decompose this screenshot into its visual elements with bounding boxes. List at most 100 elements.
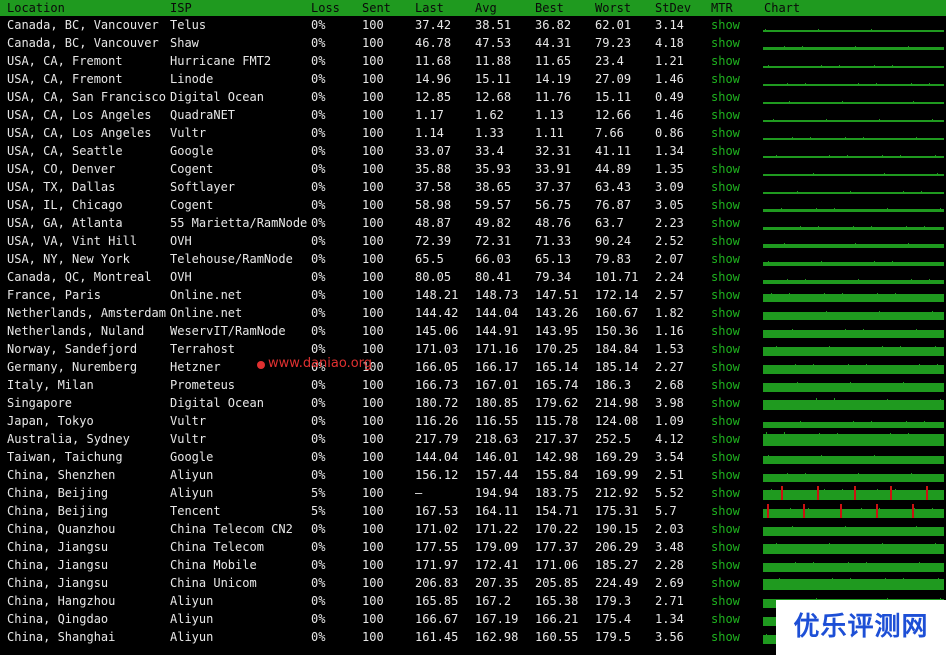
latency-spike <box>790 508 791 518</box>
latency-spike <box>850 578 851 590</box>
cell-last: 166.05 <box>415 360 459 374</box>
cell-worst: 15.11 <box>595 90 632 104</box>
mtr-show-link[interactable]: show <box>711 538 740 556</box>
cell-last: 72.39 <box>415 234 452 248</box>
mtr-show-link[interactable]: show <box>711 70 740 88</box>
mtr-show-link[interactable]: show <box>711 430 740 448</box>
mtr-show-link[interactable]: show <box>711 304 740 322</box>
latency-spike <box>858 473 859 482</box>
latency-spike <box>808 508 809 518</box>
cell-best: 14.19 <box>535 72 572 86</box>
mtr-show-link[interactable]: show <box>711 412 740 430</box>
table-row: China, Jiangsu China Mobile 0% 100 171.97 172… <box>0 556 946 574</box>
cell-location: Taiwan, Taichung <box>7 450 123 464</box>
mtr-show-link[interactable]: show <box>711 376 740 394</box>
mtr-show-link[interactable]: show <box>711 106 740 124</box>
header-loss[interactable]: Loss <box>311 1 340 15</box>
header-worst[interactable]: Worst <box>595 1 631 15</box>
mtr-show-link[interactable]: show <box>711 340 740 358</box>
cell-best: 33.91 <box>535 162 572 176</box>
latency-sparkline <box>763 101 944 104</box>
cell-best: 65.13 <box>535 252 572 266</box>
mtr-show-link[interactable]: show <box>711 592 740 610</box>
cell-worst: 190.15 <box>595 522 639 536</box>
mtr-show-link[interactable]: show <box>711 610 740 628</box>
mtr-show-link[interactable]: show <box>711 250 740 268</box>
mtr-show-link[interactable]: show <box>711 574 740 592</box>
cell-isp: Telehouse/RamNode <box>170 252 293 266</box>
header-location[interactable]: Location <box>7 1 65 15</box>
cell-last: 58.98 <box>415 198 452 212</box>
latency-band <box>763 30 944 32</box>
latency-spike <box>842 293 843 302</box>
header-mtr: MTR <box>711 1 733 15</box>
cell-avg: 59.57 <box>475 198 512 212</box>
mtr-show-link[interactable]: show <box>711 556 740 574</box>
cell-location: Canada, BC, Vancouver <box>7 18 159 32</box>
header-best[interactable]: Best <box>535 1 564 15</box>
cell-best: 11.65 <box>535 54 572 68</box>
latency-spike <box>866 562 867 572</box>
latency-spike <box>882 346 883 356</box>
cell-location: USA, CO, Denver <box>7 162 116 176</box>
cell-isp: Vultr <box>170 126 207 140</box>
mtr-show-link[interactable]: show <box>711 484 740 502</box>
latency-spike <box>903 578 904 590</box>
cell-isp: Aliyun <box>170 468 214 482</box>
cell-avg: 72.31 <box>475 234 512 248</box>
packet-loss-marker <box>890 486 892 500</box>
header-sent[interactable]: Sent <box>362 1 391 15</box>
mtr-show-link[interactable]: show <box>711 160 740 178</box>
latency-chart <box>763 468 944 482</box>
mtr-show-link[interactable]: show <box>711 394 740 412</box>
cell-sent: 100 <box>362 18 384 32</box>
cell-location: USA, CA, San Francisco <box>7 90 166 104</box>
cell-isp: OVH <box>170 234 192 248</box>
mtr-show-link[interactable]: show <box>711 466 740 484</box>
mtr-show-link[interactable]: show <box>711 52 740 70</box>
latency-spike <box>906 421 907 428</box>
header-avg[interactable]: Avg <box>475 1 497 15</box>
mtr-show-link[interactable]: show <box>711 520 740 538</box>
mtr-show-link[interactable]: show <box>711 214 740 232</box>
cell-last: 116.26 <box>415 414 459 428</box>
cell-sent: 100 <box>362 468 384 482</box>
latency-spike <box>916 137 917 140</box>
mtr-show-link[interactable]: show <box>711 88 740 106</box>
latency-spike <box>940 399 941 410</box>
mtr-show-link[interactable]: show <box>711 34 740 52</box>
mtr-show-link[interactable]: show <box>711 322 740 340</box>
latency-spike <box>813 562 814 572</box>
cell-worst: 175.4 <box>595 612 632 626</box>
mtr-show-link[interactable]: show <box>711 232 740 250</box>
mtr-show-link[interactable]: show <box>711 196 740 214</box>
mtr-show-link[interactable]: show <box>711 178 740 196</box>
cell-isp: Hetzner <box>170 360 221 374</box>
mtr-show-link[interactable]: show <box>711 268 740 286</box>
table-row: Germany, Nuremberg Hetzner 0% 100 166.05 166.… <box>0 358 946 376</box>
cell-avg: 146.01 <box>475 450 519 464</box>
latency-chart <box>763 360 944 374</box>
mtr-show-link[interactable]: show <box>711 502 740 520</box>
latency-spike <box>932 311 933 320</box>
latency-spike <box>858 279 859 284</box>
mtr-show-link[interactable]: show <box>711 448 740 466</box>
cell-loss: 0% <box>311 198 326 212</box>
cell-loss: 0% <box>311 54 326 68</box>
latency-spike <box>781 208 782 212</box>
mtr-show-link[interactable]: show <box>711 16 740 34</box>
mtr-show-link[interactable]: show <box>711 628 740 646</box>
latency-spike <box>805 83 806 86</box>
header-last[interactable]: Last <box>415 1 444 15</box>
mtr-show-link[interactable]: show <box>711 358 740 376</box>
cell-last: 37.42 <box>415 18 452 32</box>
header-isp[interactable]: ISP <box>170 1 192 15</box>
mtr-show-link[interactable]: show <box>711 142 740 160</box>
mtr-show-link[interactable]: show <box>711 124 740 142</box>
latency-chart <box>763 72 944 86</box>
cell-loss: 0% <box>311 612 326 626</box>
mtr-show-link[interactable]: show <box>711 286 740 304</box>
header-stdev[interactable]: StDev <box>655 1 691 15</box>
cell-best: 171.06 <box>535 558 579 572</box>
latency-sparkline <box>763 155 944 158</box>
